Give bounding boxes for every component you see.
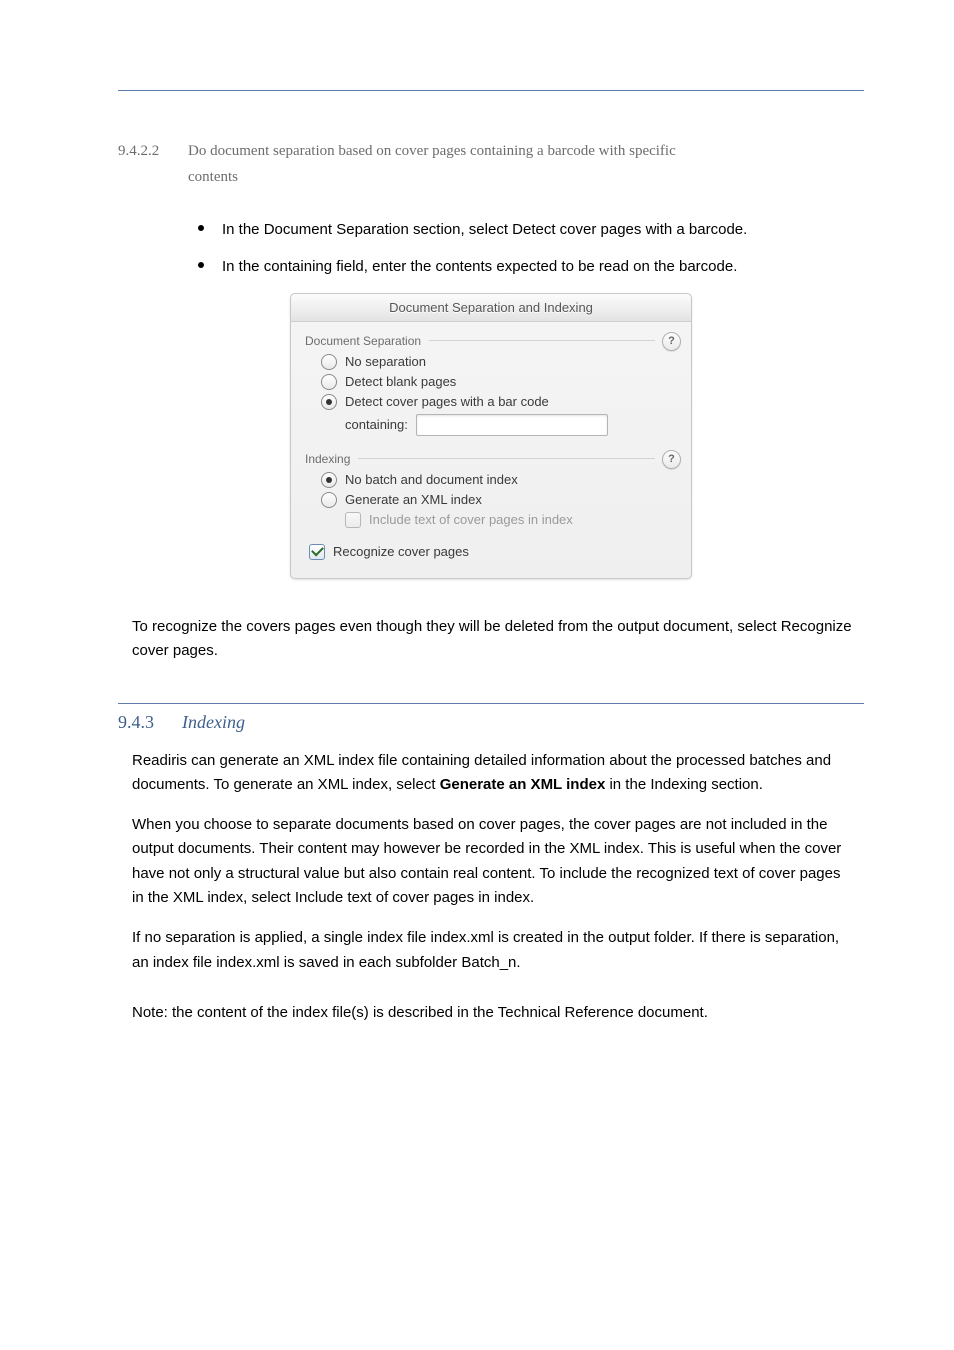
containing-label: containing: <box>345 417 408 432</box>
radio-label: Generate an XML index <box>345 492 482 507</box>
list-item: In the containing field, enter the conte… <box>198 255 864 278</box>
section-separator <box>118 703 864 704</box>
dialog-title: Document Separation and Indexing <box>291 294 691 322</box>
help-icon[interactable]: ? <box>662 332 681 351</box>
containing-row: containing: <box>345 414 677 436</box>
checkbox-include-text: Include text of cover pages in index <box>345 512 677 528</box>
radio-no-index[interactable]: No batch and document index <box>321 472 677 488</box>
section-number: 9.4.3 <box>118 712 154 733</box>
subsection-number: 9.4.2.2 <box>118 139 178 190</box>
paragraph: When you choose to separate documents ba… <box>132 813 856 910</box>
radio-icon <box>321 472 337 488</box>
radio-label: No batch and document index <box>345 472 518 487</box>
paragraph: Readiris can generate an XML index file … <box>132 749 856 798</box>
subsection-heading: 9.4.2.2 Do document separation based on … <box>118 139 864 190</box>
containing-input[interactable] <box>416 414 608 436</box>
radio-no-separation[interactable]: No separation <box>321 354 677 370</box>
indexing-group: Indexing ? No batch and document index G… <box>305 452 677 528</box>
dialog-screenshot: Document Separation and Indexing Documen… <box>290 293 692 579</box>
top-separator <box>118 90 864 91</box>
checkbox-recognize-cover[interactable]: Recognize cover pages <box>309 544 677 560</box>
paragraph-note: Note: the content of the index file(s) i… <box>132 1001 856 1025</box>
checkbox-label: Include text of cover pages in index <box>369 512 573 527</box>
checkbox-icon <box>309 544 325 560</box>
radio-label: No separation <box>345 354 426 369</box>
instruction-list: In the Document Separation section, sele… <box>198 218 864 279</box>
radio-label: Detect blank pages <box>345 374 456 389</box>
group-label-text: Document Separation <box>305 334 421 348</box>
bullet-icon <box>198 225 204 231</box>
document-separation-group: Document Separation ? No separation Dete… <box>305 334 677 436</box>
radio-label: Detect cover pages with a bar code <box>345 394 549 409</box>
section-heading: 9.4.3 Indexing <box>118 712 864 733</box>
paragraph: If no separation is applied, a single in… <box>132 926 856 975</box>
help-icon[interactable]: ? <box>662 450 681 469</box>
list-item-text: In the Document Separation section, sele… <box>222 218 747 241</box>
radio-icon <box>321 354 337 370</box>
radio-generate-xml[interactable]: Generate an XML index <box>321 492 677 508</box>
radio-icon <box>321 492 337 508</box>
radio-icon <box>321 394 337 410</box>
radio-icon <box>321 374 337 390</box>
post-screenshot-note: To recognize the covers pages even thoug… <box>132 615 856 663</box>
checkbox-label: Recognize cover pages <box>333 544 469 559</box>
list-item-text: In the containing field, enter the conte… <box>222 255 737 278</box>
radio-detect-blank[interactable]: Detect blank pages <box>321 374 677 390</box>
group-label-text: Indexing <box>305 452 350 466</box>
bullet-icon <box>198 262 204 268</box>
group-divider <box>429 340 655 341</box>
subsection-title: Do document separation based on cover pa… <box>188 139 864 190</box>
list-item: In the Document Separation section, sele… <box>198 218 864 241</box>
radio-detect-barcode[interactable]: Detect cover pages with a bar code <box>321 394 677 410</box>
group-divider <box>358 458 655 459</box>
checkbox-icon <box>345 512 361 528</box>
section-title: Indexing <box>182 712 245 733</box>
